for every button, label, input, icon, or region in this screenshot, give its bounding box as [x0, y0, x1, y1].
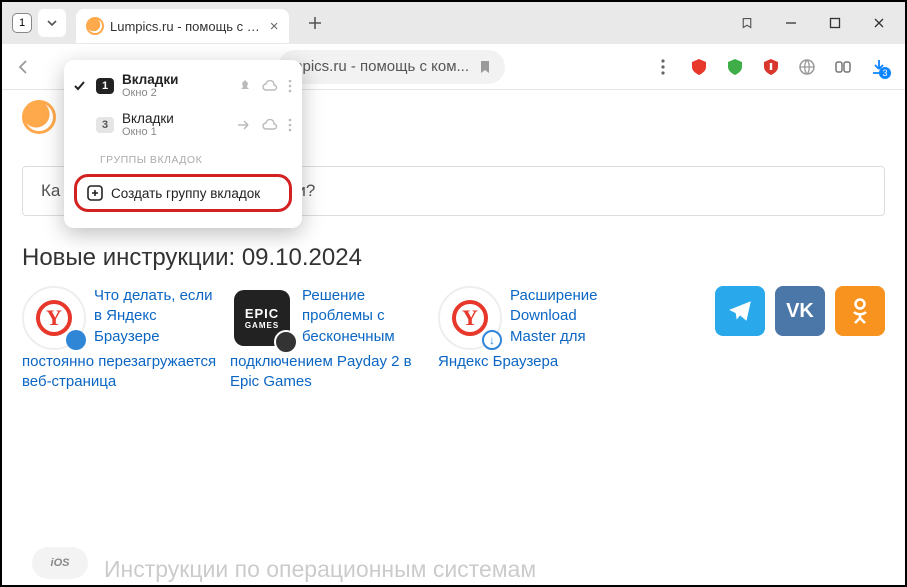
ok-button[interactable] — [835, 286, 885, 336]
tab-count-badge[interactable]: 1 — [12, 13, 32, 33]
menu-dots-icon[interactable] — [653, 57, 673, 77]
article-link[interactable]: Яндекс Браузера — [438, 352, 608, 372]
add-group-icon — [87, 185, 103, 201]
omnibox-text: mpics.ru - помощь с ком... — [290, 58, 469, 75]
window-title: Вкладки — [122, 111, 229, 126]
article-link[interactable]: Download — [510, 306, 597, 326]
article-link[interactable]: проблемы с — [302, 306, 395, 326]
downloads-icon[interactable]: 3 — [869, 57, 889, 77]
downloads-badge: 3 — [879, 67, 891, 79]
dropdown-window-current[interactable]: 1 Вкладки Окно 2 — [64, 66, 302, 105]
window-subtitle: Окно 2 — [122, 87, 230, 99]
tab-strip: 1 Lumpics.ru - помощь с … × — [2, 2, 905, 44]
article-link[interactable]: бесконечным — [302, 327, 395, 347]
cloud-icon[interactable] — [262, 80, 278, 92]
window-subtitle: Окно 1 — [122, 126, 229, 138]
window-minimize-button[interactable] — [769, 6, 813, 40]
article-link[interactable]: Расширение — [510, 286, 597, 306]
article-card[interactable]: Что делать, если в Яндекс Браузере посто… — [22, 286, 220, 393]
article-card[interactable]: Расширение Download Master для Яндекс Бр… — [438, 286, 608, 372]
bookmark-icon[interactable] — [477, 59, 493, 75]
more-icon[interactable] — [288, 118, 292, 132]
site-logo-icon — [22, 100, 56, 134]
tab-title: Lumpics.ru - помощь с … — [110, 19, 260, 34]
section-heading-cut: Инструкции по операционным системам — [104, 556, 536, 583]
create-group-label: Создать группу вкладок — [111, 186, 260, 201]
vk-button[interactable]: VK — [775, 286, 825, 336]
new-tab-button[interactable] — [301, 9, 329, 37]
check-icon — [70, 79, 88, 92]
card-thumbnail — [438, 286, 502, 350]
article-card[interactable]: EPICGAMES Решение проблемы с бесконечным… — [230, 286, 428, 393]
section-heading: Новые инструкции: 09.10.2024 — [22, 244, 885, 272]
window-maximize-button[interactable] — [813, 6, 857, 40]
social-buttons: VK — [715, 286, 885, 336]
globe-icon[interactable] — [797, 57, 817, 77]
dropdown-window-other[interactable]: 3 Вкладки Окно 1 — [64, 105, 302, 144]
move-to-icon[interactable] — [237, 119, 252, 131]
card-thumbnail — [22, 286, 86, 350]
extensions-icon[interactable] — [833, 57, 853, 77]
article-link[interactable]: Что делать, если — [94, 286, 213, 306]
window-title: Вкладки — [122, 72, 230, 87]
extension-green-icon[interactable] — [725, 57, 745, 77]
toolbar-right: 3 — [653, 57, 897, 77]
extension-red-shield-icon[interactable] — [761, 57, 781, 77]
dropdown-section-header: Группы вкладок — [64, 144, 302, 170]
tabs-windows-dropdown: 1 Вкладки Окно 2 3 Вкладки Окно 1 Группы… — [64, 60, 302, 228]
article-link[interactable]: подключением Payday 2 в Epic Games — [230, 352, 428, 393]
tabs-dropdown-button[interactable] — [38, 9, 66, 37]
window-tab-count-badge: 1 — [96, 78, 114, 94]
article-link[interactable]: Решение — [302, 286, 395, 306]
cloud-icon[interactable] — [262, 119, 278, 131]
window-tab-count-badge: 3 — [96, 117, 114, 133]
active-tab[interactable]: Lumpics.ru - помощь с … × — [76, 9, 289, 43]
create-tab-group-button[interactable]: Создать группу вкладок — [74, 174, 292, 212]
article-link[interactable]: Master для — [510, 327, 597, 347]
card-thumbnail: EPICGAMES — [230, 286, 294, 350]
article-link[interactable]: Браузере — [94, 327, 213, 347]
article-link[interactable]: постоянно перезагружается веб-страница — [22, 352, 220, 393]
nav-back-button[interactable] — [10, 53, 38, 81]
telegram-button[interactable] — [715, 286, 765, 336]
close-tab-icon[interactable]: × — [270, 18, 279, 35]
site-favicon-icon — [86, 17, 104, 35]
search-fragment: Ка — [41, 181, 60, 201]
adblock-icon[interactable] — [689, 57, 709, 77]
reading-list-icon[interactable] — [725, 6, 769, 40]
window-close-button[interactable] — [857, 6, 901, 40]
more-icon[interactable] — [288, 79, 292, 93]
pin-icon[interactable] — [238, 79, 252, 93]
omnibox[interactable]: mpics.ru - помощь с ком... — [278, 50, 505, 84]
article-link[interactable]: в Яндекс — [94, 306, 213, 326]
